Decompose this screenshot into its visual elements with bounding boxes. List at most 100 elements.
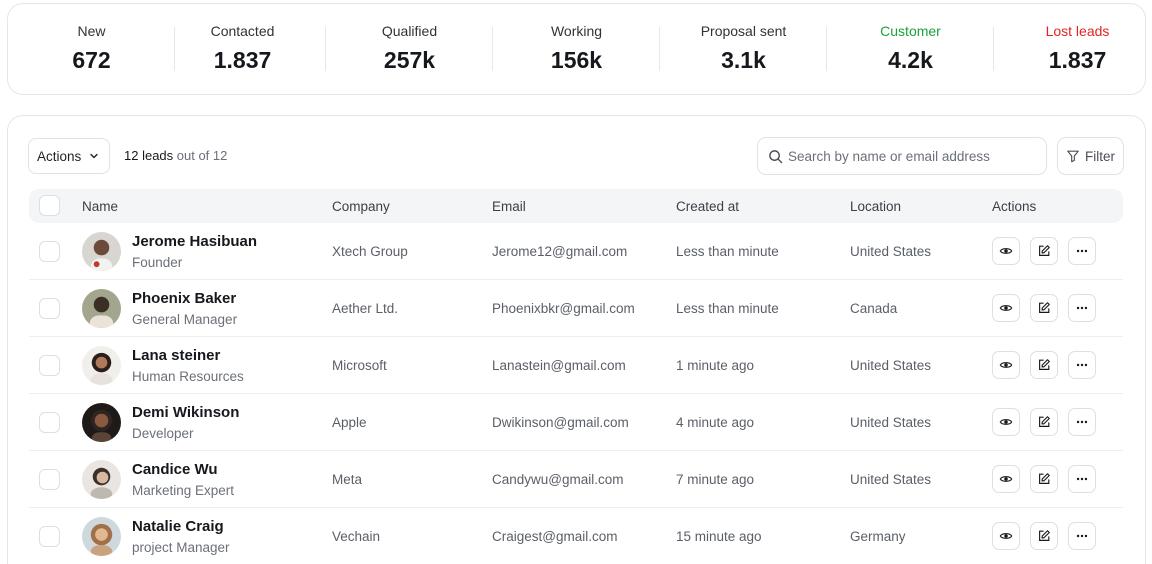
lead-created-at: 7 minute ago (676, 472, 755, 487)
stat-label: Lost leads (1045, 23, 1110, 39)
stat-value: 1.837 (213, 47, 272, 73)
lead-role: project Manager (132, 540, 230, 555)
more-horizontal-icon (1076, 363, 1088, 367)
avatar (82, 460, 121, 499)
more-button[interactable] (1068, 294, 1096, 322)
lead-location: United States (850, 358, 932, 373)
more-button[interactable] (1068, 522, 1096, 550)
edit-icon (1039, 416, 1050, 427)
edit-button[interactable] (1030, 351, 1058, 379)
eye-icon (999, 362, 1013, 368)
actions-dropdown[interactable]: Actions (28, 138, 110, 174)
view-button[interactable] (992, 522, 1020, 550)
edit-button[interactable] (1030, 522, 1058, 550)
more-horizontal-icon (1076, 249, 1088, 253)
edit-button[interactable] (1030, 237, 1058, 265)
more-horizontal-icon (1076, 477, 1088, 481)
lead-role: Human Resources (132, 369, 244, 384)
lead-company: Meta (332, 472, 363, 487)
lead-count-muted: out of 12 (173, 148, 228, 163)
stat-proposal-sent: Proposal sent 3.1k (660, 4, 827, 94)
eye-icon (999, 305, 1013, 311)
header-company[interactable]: Company (332, 199, 390, 214)
filter-button[interactable]: Filter (1057, 137, 1124, 175)
lead-name[interactable]: Candice Wu (132, 461, 218, 478)
stat-new: New 672 (8, 4, 175, 94)
lead-role: General Manager (132, 312, 238, 327)
avatar (82, 403, 121, 442)
row-checkbox[interactable] (39, 469, 60, 490)
edit-icon (1039, 245, 1050, 256)
more-horizontal-icon (1076, 534, 1088, 538)
table-row[interactable]: Demi Wikinson Developer Apple Dwikinson@… (29, 394, 1123, 451)
lead-company: Microsoft (332, 358, 387, 373)
view-button[interactable] (992, 294, 1020, 322)
stat-value: 3.1k (721, 47, 766, 73)
select-all-checkbox[interactable] (39, 195, 60, 216)
table-header: Name Company Email Created at Location A… (29, 189, 1123, 223)
chevron-down-icon (90, 153, 98, 159)
table-row[interactable]: Phoenix Baker General Manager Aether Ltd… (29, 280, 1123, 337)
lead-name[interactable]: Phoenix Baker (132, 290, 236, 307)
lead-name[interactable]: Jerome Hasibuan (132, 233, 257, 250)
table-row[interactable]: Lana steiner Human Resources Microsoft L… (29, 337, 1123, 394)
edit-icon (1039, 302, 1050, 313)
lead-company: Xtech Group (332, 244, 408, 259)
header-name[interactable]: Name (82, 199, 118, 214)
lead-email: Phoenixbkr@gmail.com (492, 301, 635, 316)
lead-company: Apple (332, 415, 367, 430)
search-box[interactable] (757, 137, 1047, 175)
lead-created-at: 4 minute ago (676, 415, 755, 430)
row-checkbox[interactable] (39, 526, 60, 547)
lead-role: Developer (132, 426, 194, 441)
lead-location: United States (850, 244, 932, 259)
stat-value: 257k (383, 47, 436, 73)
view-button[interactable] (992, 465, 1020, 493)
lead-location: United States (850, 472, 932, 487)
more-button[interactable] (1068, 408, 1096, 436)
stat-qualified: Qualified 257k (326, 4, 493, 94)
lead-name[interactable]: Natalie Craig (132, 518, 224, 535)
lead-email: Craigest@gmail.com (492, 529, 618, 544)
more-horizontal-icon (1076, 306, 1088, 310)
stat-label: New (77, 23, 106, 39)
stat-label: Qualified (381, 23, 438, 39)
view-button[interactable] (992, 408, 1020, 436)
stat-label: Proposal sent (700, 23, 787, 39)
avatar (82, 517, 121, 556)
lead-name[interactable]: Demi Wikinson (132, 404, 239, 421)
actions-label: Actions (37, 148, 82, 164)
row-checkbox[interactable] (39, 298, 60, 319)
more-button[interactable] (1068, 351, 1096, 379)
header-email[interactable]: Email (492, 199, 526, 214)
edit-button[interactable] (1030, 408, 1058, 436)
row-checkbox[interactable] (39, 355, 60, 376)
edit-icon (1039, 530, 1050, 541)
more-button[interactable] (1068, 237, 1096, 265)
stat-value: 672 (72, 47, 111, 73)
search-input[interactable] (788, 148, 1028, 164)
lead-name[interactable]: Lana steiner (132, 347, 220, 364)
stat-value: 4.2k (888, 47, 933, 73)
stats-card: New 672 Contacted 1.837 Qualified 257k W… (7, 3, 1146, 95)
lead-created-at: Less than minute (676, 301, 779, 316)
header-location[interactable]: Location (850, 199, 901, 214)
lead-email: Jerome12@gmail.com (492, 244, 628, 259)
edit-button[interactable] (1030, 465, 1058, 493)
stat-value: 156k (550, 47, 603, 73)
table-row[interactable]: Natalie Craig project Manager Vechain Cr… (29, 508, 1123, 564)
avatar (82, 232, 121, 271)
view-button[interactable] (992, 237, 1020, 265)
header-created-at[interactable]: Created at (676, 199, 739, 214)
edit-button[interactable] (1030, 294, 1058, 322)
table-row[interactable]: Candice Wu Marketing Expert Meta Candywu… (29, 451, 1123, 508)
more-button[interactable] (1068, 465, 1096, 493)
row-checkbox[interactable] (39, 412, 60, 433)
edit-icon (1039, 359, 1050, 370)
lead-role: Founder (132, 255, 183, 270)
filter-icon (1067, 150, 1079, 163)
row-checkbox[interactable] (39, 241, 60, 262)
view-button[interactable] (992, 351, 1020, 379)
lead-company: Vechain (332, 529, 381, 544)
table-row[interactable]: Jerome Hasibuan Founder Xtech Group Jero… (29, 223, 1123, 280)
